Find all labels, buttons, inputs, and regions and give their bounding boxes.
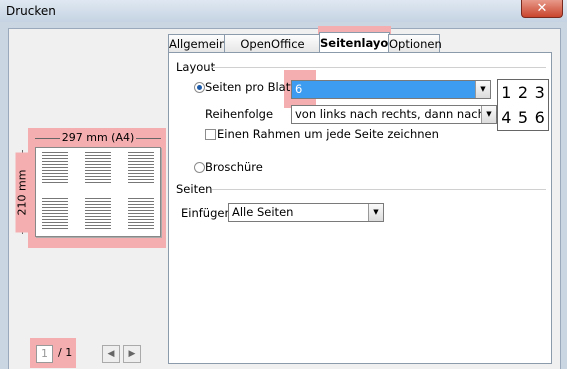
close-icon: ✕ bbox=[536, 1, 548, 16]
page-order-preview: 1 2 3 4 5 6 bbox=[497, 79, 549, 131]
preview-height-label: 210 mm bbox=[12, 150, 30, 234]
preview-mini-page bbox=[85, 198, 111, 230]
tab-optionen[interactable]: Optionen bbox=[388, 34, 442, 53]
pages-section-title: Seiten bbox=[176, 182, 213, 196]
order-preview-number: 6 bbox=[534, 108, 545, 127]
page-border-checkbox[interactable] bbox=[205, 129, 216, 140]
insert-label: Einfügen bbox=[181, 206, 232, 220]
window-title: Drucken bbox=[6, 4, 56, 18]
preview-mini-page bbox=[85, 152, 111, 184]
print-preview-page bbox=[35, 147, 161, 237]
pages-per-sheet-radio[interactable] bbox=[194, 82, 205, 93]
pages-section-divider bbox=[212, 189, 546, 190]
pages-per-sheet-label: Seiten pro Blatt bbox=[205, 80, 295, 94]
order-select[interactable]: von links nach rechts, dann nach unten ▼ bbox=[291, 105, 522, 124]
tab-openoffice-writer[interactable]: OpenOffice Writer bbox=[224, 34, 321, 69]
order-preview-number: 1 bbox=[501, 83, 512, 102]
order-preview-number: 5 bbox=[517, 108, 529, 127]
preview-mini-page bbox=[128, 152, 154, 184]
preview-mini-page bbox=[42, 198, 68, 230]
brochure-radio[interactable] bbox=[194, 162, 205, 173]
prev-icon: ◀ bbox=[107, 349, 115, 359]
brochure-label: Broschüre bbox=[205, 160, 263, 174]
chevron-down-icon: ▼ bbox=[368, 204, 383, 221]
layout-section-title: Layout bbox=[176, 60, 216, 74]
order-preview-number: 4 bbox=[501, 108, 512, 127]
tab-seitenlayout[interactable]: Seitenlayout bbox=[319, 32, 402, 54]
chevron-down-icon: ▼ bbox=[475, 81, 490, 98]
preview-mini-page bbox=[42, 152, 68, 184]
close-button[interactable]: ✕ bbox=[521, 0, 563, 18]
layout-section-divider bbox=[211, 67, 546, 68]
chevron-down-icon: ▼ bbox=[481, 106, 496, 123]
tab-allgemein[interactable]: Allgemein bbox=[168, 34, 226, 53]
prev-page-button[interactable]: ◀ bbox=[102, 345, 120, 363]
next-icon: ▶ bbox=[128, 349, 136, 359]
title-bar: Drucken ✕ bbox=[0, 0, 567, 22]
preview-width-label: 297 mm (A4) bbox=[35, 131, 161, 145]
pages-per-sheet-value: 6 bbox=[295, 82, 303, 96]
preview-mini-page bbox=[128, 198, 154, 230]
order-label: Reihenfolge bbox=[205, 107, 274, 121]
preview-page-input[interactable]: 1 bbox=[36, 345, 53, 363]
insert-value: Alle Seiten bbox=[232, 205, 294, 219]
page-border-label: Einen Rahmen um jede Seite zeichnen bbox=[217, 127, 439, 141]
insert-select[interactable]: Alle Seiten ▼ bbox=[228, 203, 384, 222]
preview-page-total: / 1 bbox=[58, 346, 73, 359]
order-preview-number: 3 bbox=[534, 83, 545, 102]
next-page-button[interactable]: ▶ bbox=[123, 345, 141, 363]
order-preview-number: 2 bbox=[517, 83, 529, 102]
pages-per-sheet-select[interactable]: 6 ▼ bbox=[291, 80, 491, 99]
